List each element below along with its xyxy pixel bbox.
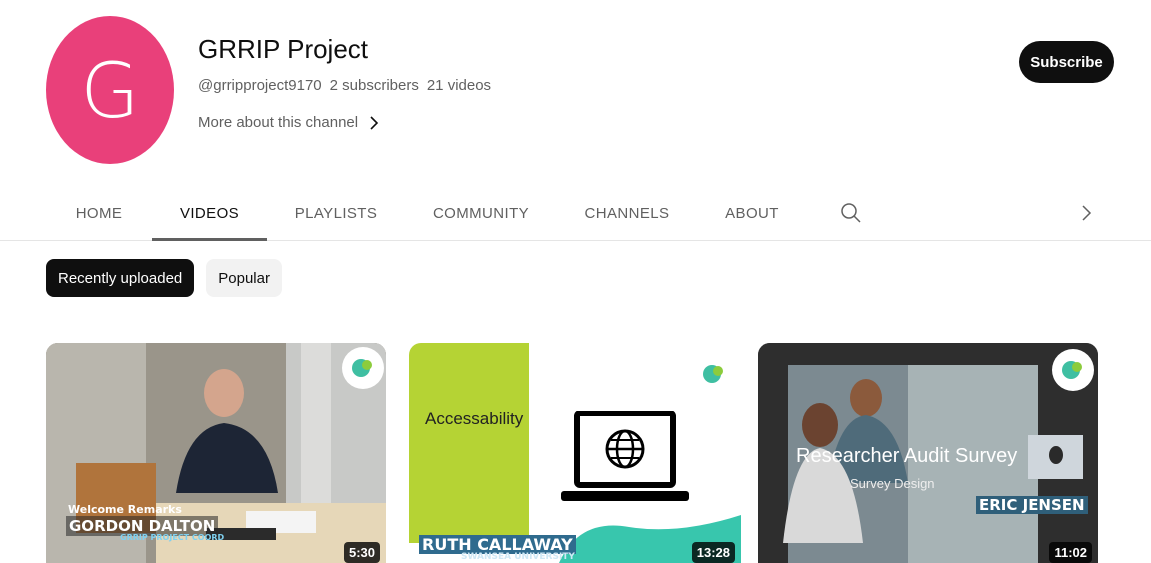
video-3-heading: Researcher Audit Survey — [796, 445, 1018, 467]
video-count: 21 videos — [426, 77, 492, 94]
channel-name: GRRIP Project — [198, 34, 369, 64]
tab-home[interactable]: HOME — [60, 186, 138, 240]
tab-community[interactable]: COMMUNITY — [424, 186, 538, 240]
sort-chips: Recently uploaded Popular — [46, 259, 282, 297]
grrip-logo-icon — [693, 353, 735, 395]
caption-speaker-role: GRRIP PROJECT COORD — [120, 533, 225, 542]
search-icon[interactable] — [838, 200, 864, 226]
caption-speaker-role: SWANSEA UNIVERSITY — [461, 552, 575, 562]
chip-recently-uploaded[interactable]: Recently uploaded — [46, 259, 195, 297]
video-duration: 13:28 — [691, 542, 735, 563]
chevron-right-icon — [370, 115, 379, 130]
lime-panel — [409, 343, 529, 543]
laptop-icon — [561, 411, 689, 501]
more-about-label: More about this channel — [198, 114, 359, 131]
tab-about[interactable]: ABOUT — [716, 186, 788, 240]
video-thumbnail-2[interactable]: Accessability RUTH CALLAWAY SWANSEA UNIV… — [409, 343, 741, 563]
tab-videos[interactable]: VIDEOS — [152, 186, 267, 241]
more-about-channel-link[interactable]: More about this channel — [198, 114, 380, 131]
subscribe-button[interactable]: Subscribe — [1019, 41, 1114, 83]
video-3-subheading: Survey Design — [850, 476, 935, 491]
tab-playlists[interactable]: PLAYLISTS — [284, 186, 388, 240]
subscriber-count: 2 subscribers — [329, 77, 419, 94]
globe-icon — [605, 429, 645, 469]
tabs-scroll-right-icon[interactable] — [1078, 203, 1094, 223]
tab-channels[interactable]: CHANNELS — [576, 186, 678, 240]
channel-meta: @grripproject9170 2 subscribers 21 video… — [198, 77, 491, 94]
grrip-logo-icon — [1052, 349, 1094, 391]
caption-title: Welcome Remarks — [68, 503, 182, 516]
video-2-heading: Accessability — [425, 409, 524, 428]
avatar-letter: G — [80, 45, 140, 135]
video-thumbnail-1[interactable]: Welcome Remarks GORDON DALTON GRRIP PROJ… — [46, 343, 386, 563]
video-duration: 5:30 — [343, 542, 380, 563]
channel-avatar[interactable]: G — [46, 16, 174, 164]
grrip-logo-icon — [342, 347, 384, 389]
caption-speaker-name: ERIC JENSEN — [976, 496, 1088, 514]
video-thumbnail-3[interactable]: Researcher Audit Survey Survey Design ER… — [758, 343, 1098, 563]
channel-handle: @grripproject9170 — [198, 77, 322, 94]
chip-popular[interactable]: Popular — [206, 259, 282, 297]
video-duration: 11:02 — [1049, 542, 1092, 563]
channel-tabs: HOME VIDEOS PLAYLISTS COMMUNITY CHANNELS… — [0, 186, 1151, 241]
